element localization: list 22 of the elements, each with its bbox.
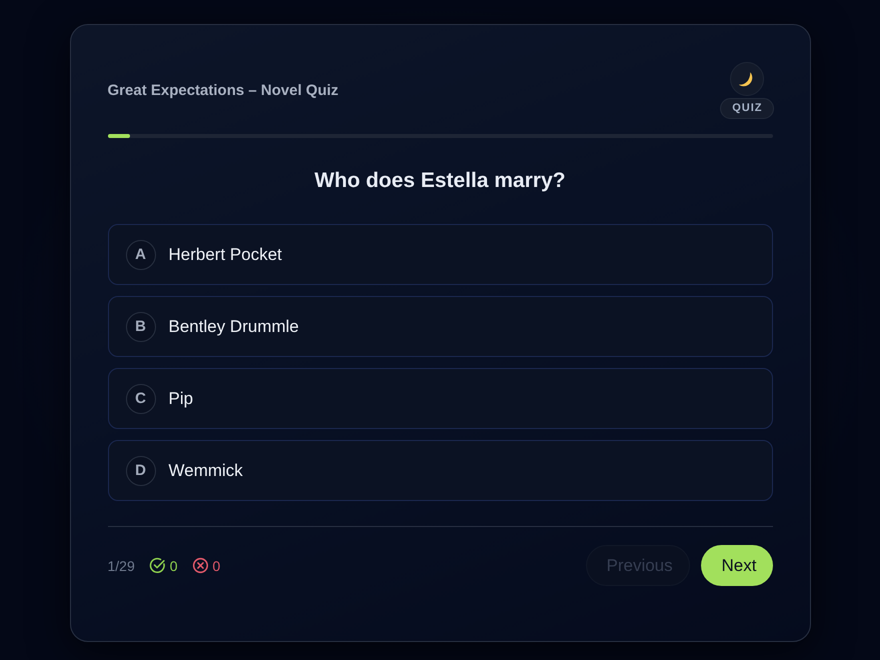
option-letter: A <box>126 240 156 270</box>
answer-option[interactable]: D Wemmick <box>108 440 772 501</box>
check-circle-icon <box>148 557 166 574</box>
x-circle-icon <box>192 557 209 574</box>
theme-toggle-button[interactable] <box>730 62 764 96</box>
answer-option[interactable]: A Herbert Pocket <box>108 224 772 285</box>
option-text: Pip <box>168 388 194 408</box>
correct-count: 0 <box>170 558 178 574</box>
question-text: Who does Estella marry? <box>314 168 566 194</box>
option-letter: C <box>126 384 156 414</box>
question-counter: 1/29 <box>108 558 135 574</box>
option-letter: D <box>126 456 156 486</box>
answer-option[interactable]: C Pip <box>108 368 772 429</box>
option-letter: B <box>126 312 156 342</box>
quiz-badge: QUIZ <box>720 98 774 119</box>
answer-option[interactable]: B Bentley Drummle <box>108 296 772 357</box>
next-button[interactable]: Next <box>700 545 772 586</box>
quiz-title: Great Expectations – Novel Quiz <box>108 82 338 99</box>
wrong-count: 0 <box>212 558 220 574</box>
option-text: Bentley Drummle <box>168 316 299 336</box>
option-text: Wemmick <box>168 460 243 480</box>
option-text: Herbert Pocket <box>168 244 282 264</box>
